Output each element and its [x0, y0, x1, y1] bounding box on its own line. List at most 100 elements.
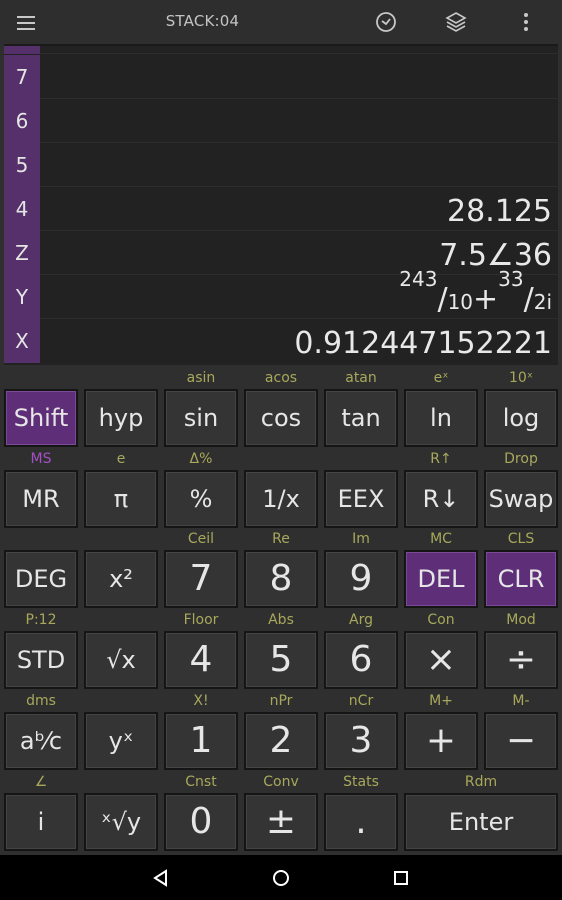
key-shift[interactable]: Shift: [4, 389, 78, 447]
secondary-label: [84, 529, 158, 549]
stack-row-label: 7: [4, 55, 40, 99]
key-x[interactable]: √x: [84, 631, 158, 690]
back-icon[interactable]: [150, 867, 172, 889]
recents-icon[interactable]: [390, 867, 412, 889]
secondary-label: Stats: [343, 773, 379, 790]
home-icon[interactable]: [270, 867, 292, 889]
keypad: Shift hyp asin sin acos cos atan tan eˣ ln 10ˣ log M…: [0, 365, 562, 855]
key-i[interactable]: i: [4, 792, 78, 851]
secondary-label: [84, 691, 158, 711]
app-toolbar: STACK:04: [0, 0, 562, 44]
key-y[interactable]: yˣ: [84, 711, 158, 770]
secondary-label: Arg: [349, 612, 373, 629]
secondary-label: Conv: [263, 773, 299, 790]
fraction-numerator: 243: [399, 267, 438, 291]
key-k45[interactable]: +: [404, 711, 478, 770]
secondary-label: Im: [352, 531, 370, 548]
key-7[interactable]: 7: [164, 550, 238, 609]
stack-row-x[interactable]: X 0.912447152221: [4, 319, 558, 363]
layers-icon[interactable]: [444, 10, 468, 34]
key-del[interactable]: DEL: [404, 550, 478, 609]
key-k11[interactable]: π: [84, 469, 158, 528]
key-6[interactable]: 6: [324, 631, 398, 690]
secondary-label: [244, 449, 318, 469]
secondary-label: [4, 368, 78, 388]
key-mr[interactable]: MR: [4, 469, 78, 528]
secondary-label: X!: [193, 692, 209, 709]
secondary-label: ∠: [34, 773, 48, 790]
secondary-label: MS: [30, 450, 52, 467]
secondary-label: eˣ: [433, 370, 449, 386]
key-4[interactable]: 4: [164, 631, 238, 690]
secondary-label: [84, 610, 158, 630]
stack-row: [4, 46, 558, 54]
key-k35[interactable]: ×: [404, 631, 478, 690]
secondary-label: acos: [264, 370, 298, 386]
hamburger-menu-icon[interactable]: [14, 12, 38, 32]
key-k53[interactable]: ±: [244, 792, 318, 851]
secondary-label: nPr: [269, 692, 293, 709]
stack-row-7[interactable]: 7: [4, 55, 558, 99]
key-k36[interactable]: ÷: [484, 631, 558, 690]
stack-row-label: 4: [4, 187, 40, 231]
secondary-label: Mod: [506, 612, 536, 629]
secondary-label: 10ˣ: [508, 370, 534, 386]
secondary-label: e: [116, 450, 126, 467]
key-k12[interactable]: %: [164, 469, 238, 528]
stack-row-5[interactable]: 5: [4, 143, 558, 187]
stack-row-label: X: [4, 319, 40, 363]
key-5[interactable]: 5: [244, 631, 318, 690]
stack-row-z[interactable]: Z 7.5∠36: [4, 231, 558, 275]
secondary-label: Abs: [268, 612, 294, 629]
key-9[interactable]: 9: [324, 550, 398, 609]
key-0[interactable]: 0: [164, 792, 238, 851]
key-hyp[interactable]: hyp: [84, 389, 158, 447]
secondary-label: [324, 449, 398, 469]
key-k46[interactable]: −: [484, 711, 558, 770]
key-cos[interactable]: cos: [244, 389, 318, 447]
key-a-c[interactable]: aᵇ⁄c: [4, 711, 78, 770]
secondary-label: dms: [26, 692, 56, 709]
key-std[interactable]: STD: [4, 631, 78, 690]
stack-row-value: 0.912447152221: [294, 326, 552, 361]
stack-row-y[interactable]: Y 243/10+33/2i: [4, 269, 558, 319]
plus-sign: +: [473, 282, 499, 317]
key-eex[interactable]: EEX: [324, 469, 398, 528]
stack-row-value: 28.125: [447, 194, 552, 229]
stack-row-label: [4, 46, 40, 54]
secondary-label: Drop: [504, 450, 538, 467]
key-enter[interactable]: Enter: [404, 792, 558, 851]
secondary-label: Δ%: [189, 450, 213, 467]
secondary-label: Floor: [183, 612, 219, 629]
system-navbar: [0, 855, 562, 900]
key-sin[interactable]: sin: [164, 389, 238, 447]
key-8[interactable]: 8: [244, 550, 318, 609]
secondary-label: Cnst: [185, 773, 217, 790]
key-r[interactable]: R↓: [404, 469, 478, 528]
key-log[interactable]: log: [484, 389, 558, 447]
secondary-label: [84, 368, 158, 388]
history-icon[interactable]: [374, 10, 398, 34]
key-x[interactable]: x²: [84, 550, 158, 609]
key-ln[interactable]: ln: [404, 389, 478, 447]
key-1[interactable]: 1: [164, 711, 238, 770]
key-y[interactable]: ˣ√y: [84, 792, 158, 851]
fraction-denominator: 2i: [533, 290, 552, 314]
key-1-x[interactable]: 1/x: [244, 469, 318, 528]
key-clr[interactable]: CLR: [484, 550, 558, 609]
key-swap[interactable]: Swap: [484, 469, 558, 528]
key-2[interactable]: 2: [244, 711, 318, 770]
key-3[interactable]: 3: [324, 711, 398, 770]
secondary-label: P:12: [25, 612, 57, 629]
more-vert-icon[interactable]: [514, 10, 538, 34]
stack-row-4[interactable]: 4 28.125: [4, 187, 558, 231]
secondary-label: Con: [427, 612, 455, 629]
stack-row-label: Z: [4, 231, 40, 275]
key-tan[interactable]: tan: [324, 389, 398, 447]
key-deg[interactable]: DEG: [4, 550, 78, 609]
stack-row-6[interactable]: 6: [4, 99, 558, 143]
secondary-label: M+: [429, 692, 453, 709]
secondary-label: M-: [512, 692, 530, 709]
secondary-label: asin: [186, 370, 216, 386]
key-k54[interactable]: .: [324, 792, 398, 851]
